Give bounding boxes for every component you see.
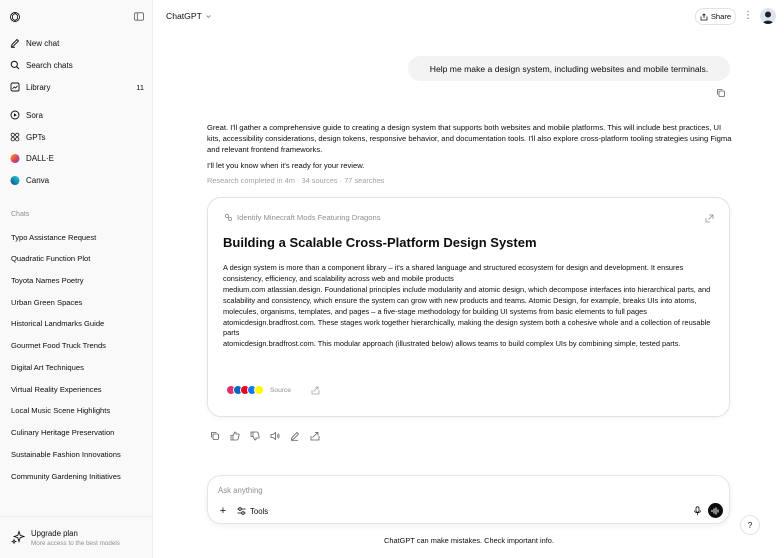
snapchat-source-icon [254,385,264,395]
top-bar: ChatGPT Share ⋮ [154,0,784,34]
chat-history-item[interactable]: Sustainable Fashion Innovations [4,444,150,464]
voice-mode-button[interactable] [708,503,723,518]
upgrade-subtitle: More access to the best models [31,540,120,547]
help-button[interactable]: ? [740,515,760,535]
chat-history-item[interactable]: Community Gardening Initiatives [4,466,150,486]
sidebar-item-label: DALL·E [26,153,55,163]
thumbs-down-icon[interactable] [249,430,260,441]
research-report-card[interactable]: Identify Minecraft Mods Featuring Dragon… [207,197,730,417]
copy-icon[interactable] [209,430,220,441]
thumbs-up-icon[interactable] [229,430,240,441]
card-body: A design system is more than a component… [223,263,718,350]
sidebar-item-label: GPTs [26,132,46,142]
card-header: Identify Minecraft Mods Featuring Dragon… [224,213,381,222]
share-icon[interactable] [309,430,320,441]
library-icon [10,82,20,92]
card-title: Building a Scalable Cross-Platform Desig… [223,235,537,250]
sidebar-item-new-chat[interactable]: New chat [4,33,150,53]
upgrade-title: Upgrade plan [31,529,78,538]
sidebar-item-label: New chat [26,38,60,48]
sidebar: New chat Search chats Library 11 Sora GP… [0,0,153,558]
source-label: Source [270,386,291,394]
chat-history-item[interactable]: Gourmet Food Truck Trends [4,335,150,355]
sidebar-toggle-icon[interactable] [134,12,144,21]
tools-button[interactable]: Tools [237,505,268,517]
chat-history-item[interactable]: Quadratic Function Plot [4,248,150,268]
user-message-bubble: Help me make a design system, including … [408,56,730,81]
card-header-text: Identify Minecraft Mods Featuring Dragon… [237,213,381,222]
plus-icon[interactable]: + [218,506,228,517]
chats-section-label: Chats [11,211,30,218]
chat-history-item[interactable]: Culinary Heritage Preservation [4,422,150,442]
search-icon [10,60,20,70]
sidebar-item-gpts[interactable]: GPTs [4,127,150,147]
chevron-down-icon [206,14,211,18]
research-icon [224,213,233,222]
sidebar-item-canva[interactable]: Canva [4,170,150,190]
sidebar-item-dalle[interactable]: DALL·E [4,148,150,168]
composer: + Tools [207,475,730,524]
tools-label: Tools [250,506,269,516]
sidebar-item-search-chats[interactable]: Search chats [4,55,150,75]
model-name-label: ChatGPT [166,11,202,21]
gpts-icon [10,132,20,142]
chat-history-item[interactable]: Digital Art Techniques [4,357,150,377]
sources-row[interactable]: Source [226,385,320,395]
sparkle-icon [11,530,25,544]
model-selector[interactable]: ChatGPT [166,11,212,21]
read-aloud-icon[interactable] [269,430,280,441]
canva-icon [10,175,20,185]
chat-history-item[interactable]: Toyota Names Poetry [4,270,150,290]
chat-history-item[interactable]: Historical Landmarks Guide [4,313,150,333]
disclaimer-text: ChatGPT can make mistakes. Check importa… [384,536,554,545]
dalle-icon [10,153,20,163]
sidebar-item-sora[interactable]: Sora [4,105,150,125]
sora-icon [10,110,20,120]
upgrade-plan-button[interactable]: Upgrade plan More access to the best mod… [0,516,153,558]
assistant-intro-text: Great. I'll gather a comprehensive guide… [207,123,732,154]
sidebar-header [0,0,153,34]
card-paragraph: atomicdesign.bradfrost.com. This modular… [223,339,681,349]
card-paragraph: medium.com atlassian.design. Foundationa… [223,284,711,316]
library-count: 11 [136,82,144,92]
assistant-followup-text: I'll let you know when it's ready for yo… [207,161,365,170]
microphone-icon[interactable] [691,504,704,517]
expand-icon[interactable] [705,214,714,223]
message-actions [209,430,320,441]
tools-icon [237,507,246,515]
share-label: Share [710,12,732,21]
chat-history-item[interactable]: Urban Green Spaces [4,292,150,312]
openai-logo-icon[interactable] [9,11,21,23]
card-paragraph: atomicdesign.bradfrost.com. These stages… [223,317,711,338]
avatar[interactable] [760,8,776,24]
waveform-icon [711,507,719,514]
more-options-icon[interactable]: ⋮ [743,9,753,23]
edit-icon[interactable] [289,430,300,441]
share-icon[interactable] [311,386,320,395]
research-meta: Research completed in 4m · 34 sources · … [207,176,385,185]
sidebar-item-label: Search chats [26,60,73,70]
sidebar-item-library[interactable]: Library 11 [4,77,150,97]
chat-history-item[interactable]: Virtual Reality Experiences [4,379,150,399]
share-icon [700,12,708,20]
copy-icon[interactable] [716,88,726,98]
sidebar-item-label: Canva [26,175,50,185]
chat-history-item[interactable]: Local Music Scene Highlights [4,400,150,420]
sidebar-item-label: Library [26,82,51,92]
card-paragraph: A design system is more than a component… [223,263,684,283]
share-button[interactable]: Share [695,8,736,25]
sidebar-item-label: Sora [26,110,43,120]
chat-input[interactable] [218,484,698,496]
chat-history-item[interactable]: Typo Assistance Request [4,227,150,247]
new-chat-icon [10,38,20,48]
